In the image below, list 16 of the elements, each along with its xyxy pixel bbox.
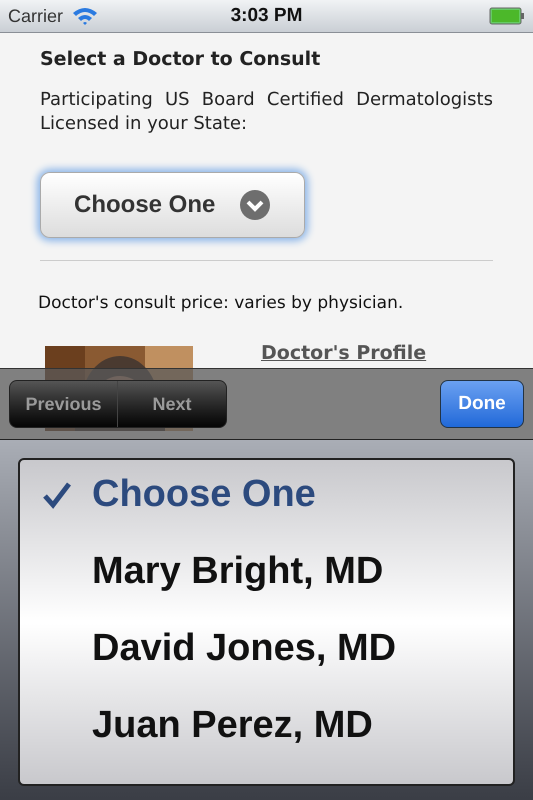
doctor-select[interactable]: Choose One [40, 172, 305, 238]
picker-option[interactable]: Choose One [42, 460, 513, 533]
profile-link[interactable]: Doctor's Profile [261, 342, 426, 364]
clock: 3:03 PM [230, 4, 302, 28]
price-note: Doctor's consult price: varies by physician. [38, 292, 404, 314]
picker-option[interactable]: Juan Perez, MD [42, 687, 513, 764]
battery-icon [489, 7, 525, 25]
page-heading: Select a Doctor to Consult [40, 47, 322, 72]
picker-option[interactable]: David Jones, MD [42, 610, 513, 687]
picker-option[interactable]: Mary Bright, MD [42, 533, 513, 610]
intro-text: Participating US Board Certified Dermatologists Licensed in your State: [40, 88, 493, 136]
chevron-down-icon [239, 188, 271, 220]
carrier-label: Carrier [8, 4, 64, 28]
wifi-icon [71, 6, 100, 26]
checkmark-icon [42, 480, 72, 510]
done-button[interactable]: Done [440, 380, 524, 428]
